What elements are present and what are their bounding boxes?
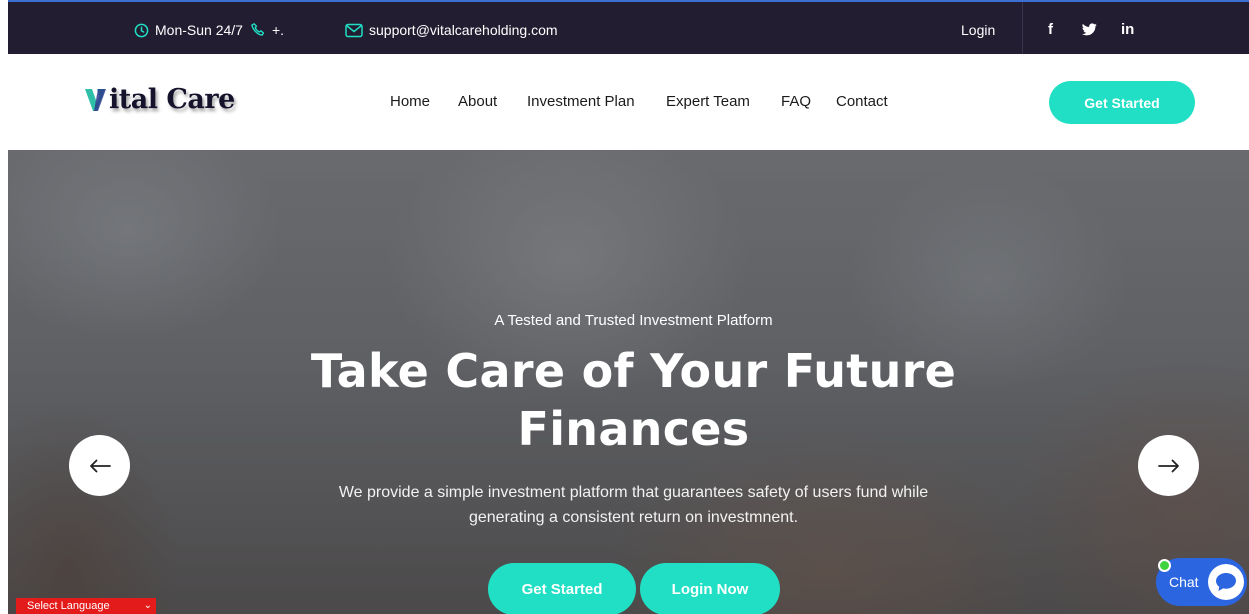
chat-label: Chat xyxy=(1169,574,1199,590)
topbar-login-link[interactable]: Login xyxy=(961,22,995,38)
top-bar: Mon-Sun 24/7 +. support@vitalcareholding… xyxy=(8,0,1249,54)
hero-description: We provide a simple investment platform … xyxy=(8,480,1249,530)
twitter-icon[interactable] xyxy=(1082,23,1097,40)
nav-get-started-button[interactable]: Get Started xyxy=(1049,81,1195,124)
chevron-down-icon: ⌄ xyxy=(143,600,152,611)
slider-next-button[interactable] xyxy=(1138,435,1199,496)
nav-item-investment-plan[interactable]: Investment Plan xyxy=(527,93,635,110)
nav-item-contact[interactable]: Contact xyxy=(836,93,888,110)
facebook-icon[interactable]: f xyxy=(1048,21,1053,38)
language-select-label: Select Language xyxy=(27,600,110,612)
main-navbar: ital Care Home About Investment Plan Exp… xyxy=(0,54,1249,150)
nav-item-expert-team[interactable]: Expert Team xyxy=(666,93,750,110)
hero-kicker: A Tested and Trusted Investment Platform xyxy=(494,312,773,329)
hero-get-started-button[interactable]: Get Started xyxy=(488,563,636,614)
nav-item-home[interactable]: Home xyxy=(390,93,430,110)
phone-info[interactable]: +. xyxy=(250,22,284,38)
phone-text: +. xyxy=(272,22,285,38)
nav-item-faq[interactable]: FAQ xyxy=(781,93,811,110)
email-text: support@vitalcareholding.com xyxy=(369,22,558,38)
logo-v-mark xyxy=(85,88,106,111)
arrow-left-icon xyxy=(89,459,111,472)
chat-widget-button[interactable]: Chat xyxy=(1156,558,1247,606)
hero-slider: A Tested and Trusted Investment Platform… xyxy=(8,150,1249,614)
hero-title-line1: Take Care of Your Future xyxy=(310,344,957,398)
nav-item-about[interactable]: About xyxy=(458,93,497,110)
hero-description-line1: We provide a simple investment platform … xyxy=(338,484,929,501)
language-select[interactable]: Select Language ⌄ xyxy=(16,598,156,614)
hours-text: Mon-Sun 24/7 xyxy=(155,22,243,38)
topbar-divider xyxy=(1022,2,1023,54)
site-logo[interactable]: ital Care xyxy=(84,84,235,115)
arrow-right-icon xyxy=(1157,459,1179,472)
hero-title: Take Care of Your Future Finances xyxy=(8,342,1249,458)
online-status-dot xyxy=(1158,559,1171,572)
clock-icon xyxy=(134,23,149,37)
email-info[interactable]: support@vitalcareholding.com xyxy=(345,22,558,38)
hero-login-now-button[interactable]: Login Now xyxy=(640,563,780,614)
chat-bubble-icon xyxy=(1208,564,1244,600)
envelope-icon xyxy=(345,23,363,37)
hero-description-line2: generating a consistent return on invest… xyxy=(468,509,799,526)
phone-icon xyxy=(251,23,265,36)
hero-title-line2: Finances xyxy=(517,402,750,456)
hours-info: Mon-Sun 24/7 xyxy=(134,22,243,38)
linkedin-icon[interactable]: in xyxy=(1121,21,1134,38)
logo-text: ital Care xyxy=(109,84,235,115)
slider-prev-button[interactable] xyxy=(69,435,130,496)
hero-content: A Tested and Trusted Investment Platform… xyxy=(8,150,1249,614)
